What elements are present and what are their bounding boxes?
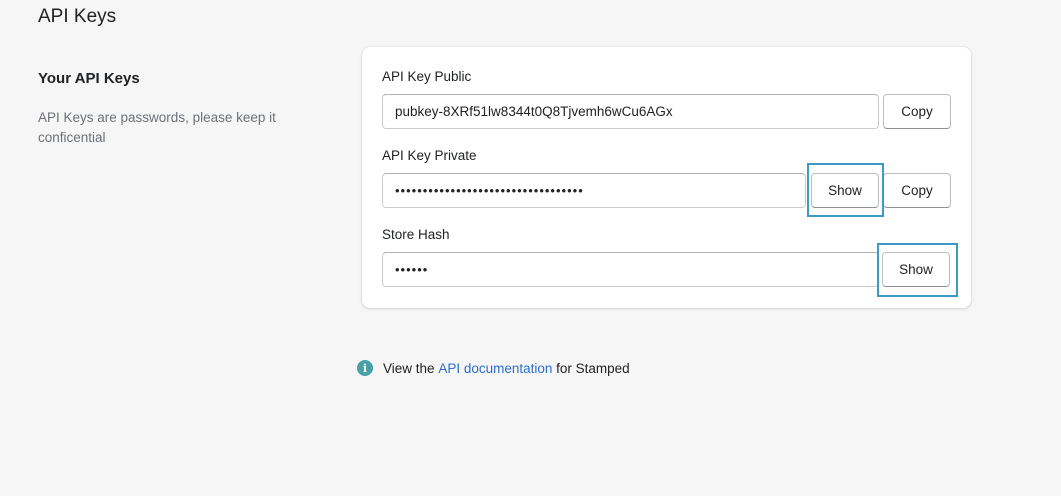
api-keys-card: API Key Public pubkey-8XRf51lw8344t0Q8Tj… xyxy=(362,47,971,308)
store-hash-input[interactable]: •••••• xyxy=(382,252,879,287)
section-description: API Keys are passwords, please keep it c… xyxy=(38,110,276,145)
api-key-public-input[interactable]: pubkey-8XRf51lw8344t0Q8Tjvemh6wCu6AGx xyxy=(382,94,879,129)
note-suffix: for Stamped xyxy=(556,360,630,376)
api-key-public-label: API Key Public xyxy=(382,69,472,84)
section-title: Your API Keys xyxy=(38,70,140,87)
api-key-private-label: API Key Private xyxy=(382,148,477,163)
show-private-key-button[interactable]: Show xyxy=(811,173,879,208)
note-prefix: View the xyxy=(383,360,435,376)
store-hash-label: Store Hash xyxy=(382,227,450,242)
page-title: API Keys xyxy=(38,6,117,27)
api-documentation-note: i View the API documentation for Stamped xyxy=(357,360,630,376)
copy-private-key-button[interactable]: Copy xyxy=(883,173,951,208)
info-icon: i xyxy=(357,360,373,376)
show-store-hash-button[interactable]: Show xyxy=(882,252,950,287)
api-key-private-input[interactable]: •••••••••••••••••••••••••••••••••• xyxy=(382,173,806,208)
api-documentation-link[interactable]: API documentation xyxy=(438,361,552,376)
copy-public-key-button[interactable]: Copy xyxy=(883,94,951,129)
